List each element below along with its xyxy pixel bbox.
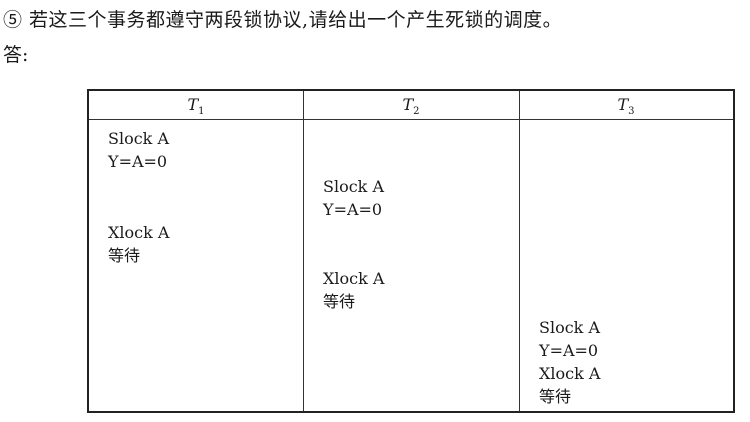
column-header-t3: T3 <box>519 91 733 119</box>
question-text: ⑤ 若这三个事务都遵守两段锁协议,请给出一个产生死锁的调度。 <box>3 9 563 31</box>
column-divider <box>303 91 304 411</box>
header-t1-sub: 1 <box>198 106 205 118</box>
column-divider <box>519 91 520 411</box>
column-header-t1: T1 <box>89 91 303 119</box>
t3-assign: Y=A=0 <box>539 341 599 360</box>
answer-label: 答: <box>3 44 29 66</box>
t2-wait: 等待 <box>323 292 356 311</box>
column-header-t2: T2 <box>303 91 519 119</box>
t3-slock-a: Slock A <box>539 318 601 337</box>
t1-slock-a: Slock A <box>108 129 170 148</box>
t2-assign: Y=A=0 <box>323 200 383 219</box>
schedule-table: T1 T2 T3 Slock A Y=A=0 Xlock A 等待 Slock … <box>87 89 735 413</box>
header-t2-name: T <box>402 95 414 114</box>
t3-wait: 等待 <box>539 387 572 406</box>
header-t2-sub: 2 <box>413 106 420 118</box>
t1-assign: Y=A=0 <box>108 152 168 171</box>
t1-wait: 等待 <box>108 246 141 265</box>
t3-xlock-a: Xlock A <box>539 364 601 383</box>
header-t3-sub: 3 <box>628 106 635 118</box>
header-t3-name: T <box>617 95 629 114</box>
t1-xlock-a: Xlock A <box>108 223 170 242</box>
t2-slock-a: Slock A <box>323 177 385 196</box>
t2-xlock-a: Xlock A <box>323 269 385 288</box>
header-t1-name: T <box>187 95 199 114</box>
